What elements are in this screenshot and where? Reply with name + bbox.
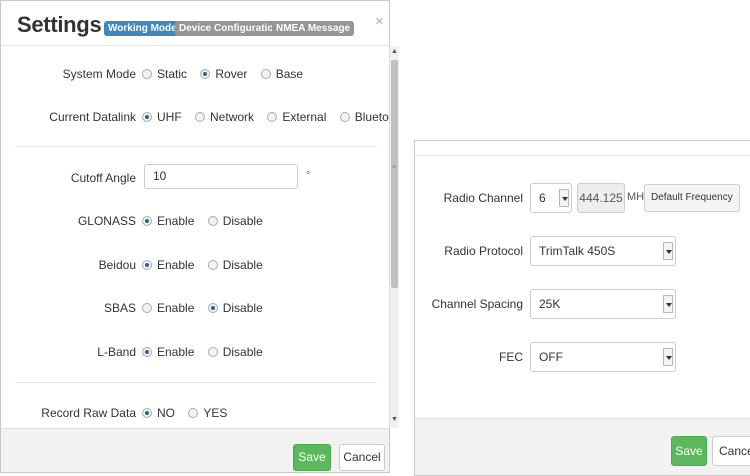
system-mode-label: System Mode bbox=[62, 67, 136, 81]
radio-protocol-row: Radio Protocol TrimTalk 450S bbox=[415, 236, 750, 266]
radio-icon bbox=[195, 112, 206, 122]
beidou-disable[interactable]: Disable bbox=[207, 255, 263, 275]
cancel-button[interactable]: Cancel bbox=[712, 436, 750, 466]
channel-spacing-select[interactable]: 25K bbox=[530, 289, 676, 319]
beidou-enable[interactable]: Enable bbox=[142, 255, 194, 275]
sbas-enable[interactable]: Enable bbox=[142, 298, 194, 318]
radio-settings-panel: Radio Channel 6 444.125 MHz Default Freq… bbox=[414, 140, 750, 476]
datalink-network[interactable]: Network bbox=[195, 107, 254, 127]
fec-value: OFF bbox=[539, 350, 563, 364]
tab-working-mode[interactable]: Working Mode bbox=[104, 21, 181, 36]
dialog-footer: Save Cancel bbox=[1, 428, 389, 472]
dialog-header: Settings Working Mode Device Configurati… bbox=[1, 1, 389, 46]
tab-nmea-message[interactable]: NMEA Message bbox=[272, 21, 355, 36]
radio-selected-icon bbox=[142, 347, 152, 357]
system-mode-base[interactable]: Base bbox=[260, 64, 303, 84]
radio-protocol-select[interactable]: TrimTalk 450S bbox=[530, 236, 676, 266]
record-no[interactable]: NO bbox=[142, 403, 175, 423]
glonass-label: GLONASS bbox=[77, 214, 136, 228]
sbas-row: SBAS Enable Disable bbox=[1, 298, 381, 318]
radio-channel-value: 6 bbox=[539, 191, 546, 205]
lband-row: L-Band Enable Disable bbox=[1, 342, 381, 362]
chevron-down-icon bbox=[663, 348, 673, 366]
divider bbox=[15, 146, 377, 147]
radio-selected-icon bbox=[142, 216, 152, 226]
lband-enable[interactable]: Enable bbox=[142, 342, 194, 362]
sbas-disable[interactable]: Disable bbox=[207, 298, 263, 318]
vertical-scrollbar[interactable]: ▲ ≡ ▼ bbox=[389, 46, 399, 428]
cutoff-angle-input[interactable]: 10 bbox=[144, 164, 298, 189]
datalink-bluetooth[interactable]: Bluetooth bbox=[339, 107, 389, 127]
radio-icon bbox=[207, 260, 218, 270]
radio-icon bbox=[339, 112, 350, 122]
dialog-title: Settings bbox=[17, 12, 102, 37]
scroll-thumb[interactable] bbox=[391, 60, 398, 288]
divider bbox=[15, 382, 377, 383]
radio-panel-footer: Save Cancel bbox=[415, 418, 750, 475]
channel-spacing-label: Channel Spacing bbox=[431, 297, 523, 311]
radio-protocol-value: TrimTalk 450S bbox=[539, 244, 616, 258]
radio-icon bbox=[207, 347, 218, 357]
record-raw-data-row: Record Raw Data NO YES bbox=[1, 403, 381, 423]
frequency-field: 444.125 bbox=[577, 183, 625, 213]
datalink-row: Current Datalink UHF Network External Bl… bbox=[1, 107, 389, 127]
radio-selected-icon bbox=[142, 260, 152, 270]
radio-icon bbox=[142, 303, 152, 313]
datalink-label: Current Datalink bbox=[49, 110, 136, 124]
scroll-up-icon[interactable]: ▲ bbox=[391, 48, 398, 55]
grip-icon: ≡ bbox=[392, 164, 397, 171]
glonass-enable[interactable]: Enable bbox=[142, 211, 194, 231]
chevron-down-icon bbox=[559, 189, 569, 207]
glonass-disable[interactable]: Disable bbox=[207, 211, 263, 231]
beidou-row: Beidou Enable Disable bbox=[1, 255, 381, 275]
channel-spacing-value: 25K bbox=[539, 297, 561, 311]
lband-disable[interactable]: Disable bbox=[207, 342, 263, 362]
system-mode-static[interactable]: Static bbox=[142, 64, 187, 84]
beidou-label: Beidou bbox=[98, 258, 136, 272]
cancel-button[interactable]: Cancel bbox=[339, 444, 385, 471]
record-yes[interactable]: YES bbox=[188, 403, 227, 423]
cutoff-angle-label: Cutoff Angle bbox=[70, 171, 136, 185]
radio-icon bbox=[267, 112, 278, 122]
radio-icon bbox=[188, 408, 199, 418]
divider bbox=[415, 155, 750, 156]
lband-label: L-Band bbox=[97, 345, 136, 359]
close-icon[interactable]: × bbox=[375, 13, 384, 30]
fec-label: FEC bbox=[499, 350, 523, 364]
radio-protocol-label: Radio Protocol bbox=[444, 244, 523, 258]
datalink-external[interactable]: External bbox=[267, 107, 326, 127]
radio-selected-icon bbox=[200, 69, 211, 79]
datalink-uhf[interactable]: UHF bbox=[142, 107, 182, 127]
fec-select[interactable]: OFF bbox=[530, 342, 676, 372]
cutoff-angle-row: Cutoff Angle 10 ° bbox=[1, 164, 381, 189]
radio-icon bbox=[260, 69, 271, 79]
scroll-down-icon[interactable]: ▼ bbox=[391, 416, 398, 423]
default-frequency-button[interactable]: Default Frequency bbox=[644, 184, 740, 212]
radio-channel-label: Radio Channel bbox=[443, 191, 523, 205]
save-button[interactable]: Save bbox=[293, 444, 331, 471]
radio-selected-icon bbox=[207, 303, 218, 313]
radio-channel-select[interactable]: 6 bbox=[530, 183, 572, 213]
system-mode-rover[interactable]: Rover bbox=[200, 64, 247, 84]
chevron-down-icon bbox=[663, 295, 673, 313]
radio-selected-icon bbox=[142, 408, 152, 418]
degree-unit: ° bbox=[306, 170, 311, 182]
chevron-down-icon bbox=[663, 242, 673, 260]
sbas-label: SBAS bbox=[103, 301, 136, 315]
glonass-row: GLONASS Enable Disable bbox=[1, 211, 381, 231]
record-raw-data-label: Record Raw Data bbox=[41, 406, 136, 420]
radio-icon bbox=[142, 69, 152, 79]
settings-body: System Mode Static Rover Base Current Da… bbox=[1, 46, 389, 428]
save-button[interactable]: Save bbox=[671, 436, 707, 466]
tab-device-configuration[interactable]: Device Configuration bbox=[175, 21, 284, 36]
fec-row: FEC OFF bbox=[415, 342, 750, 372]
radio-selected-icon bbox=[142, 112, 152, 122]
channel-spacing-row: Channel Spacing 25K bbox=[415, 289, 750, 319]
radio-icon bbox=[207, 216, 218, 226]
radio-channel-row: Radio Channel 6 444.125 MHz Default Freq… bbox=[415, 183, 750, 213]
settings-dialog: Settings Working Mode Device Configurati… bbox=[0, 0, 399, 473]
system-mode-row: System Mode Static Rover Base bbox=[1, 64, 381, 84]
